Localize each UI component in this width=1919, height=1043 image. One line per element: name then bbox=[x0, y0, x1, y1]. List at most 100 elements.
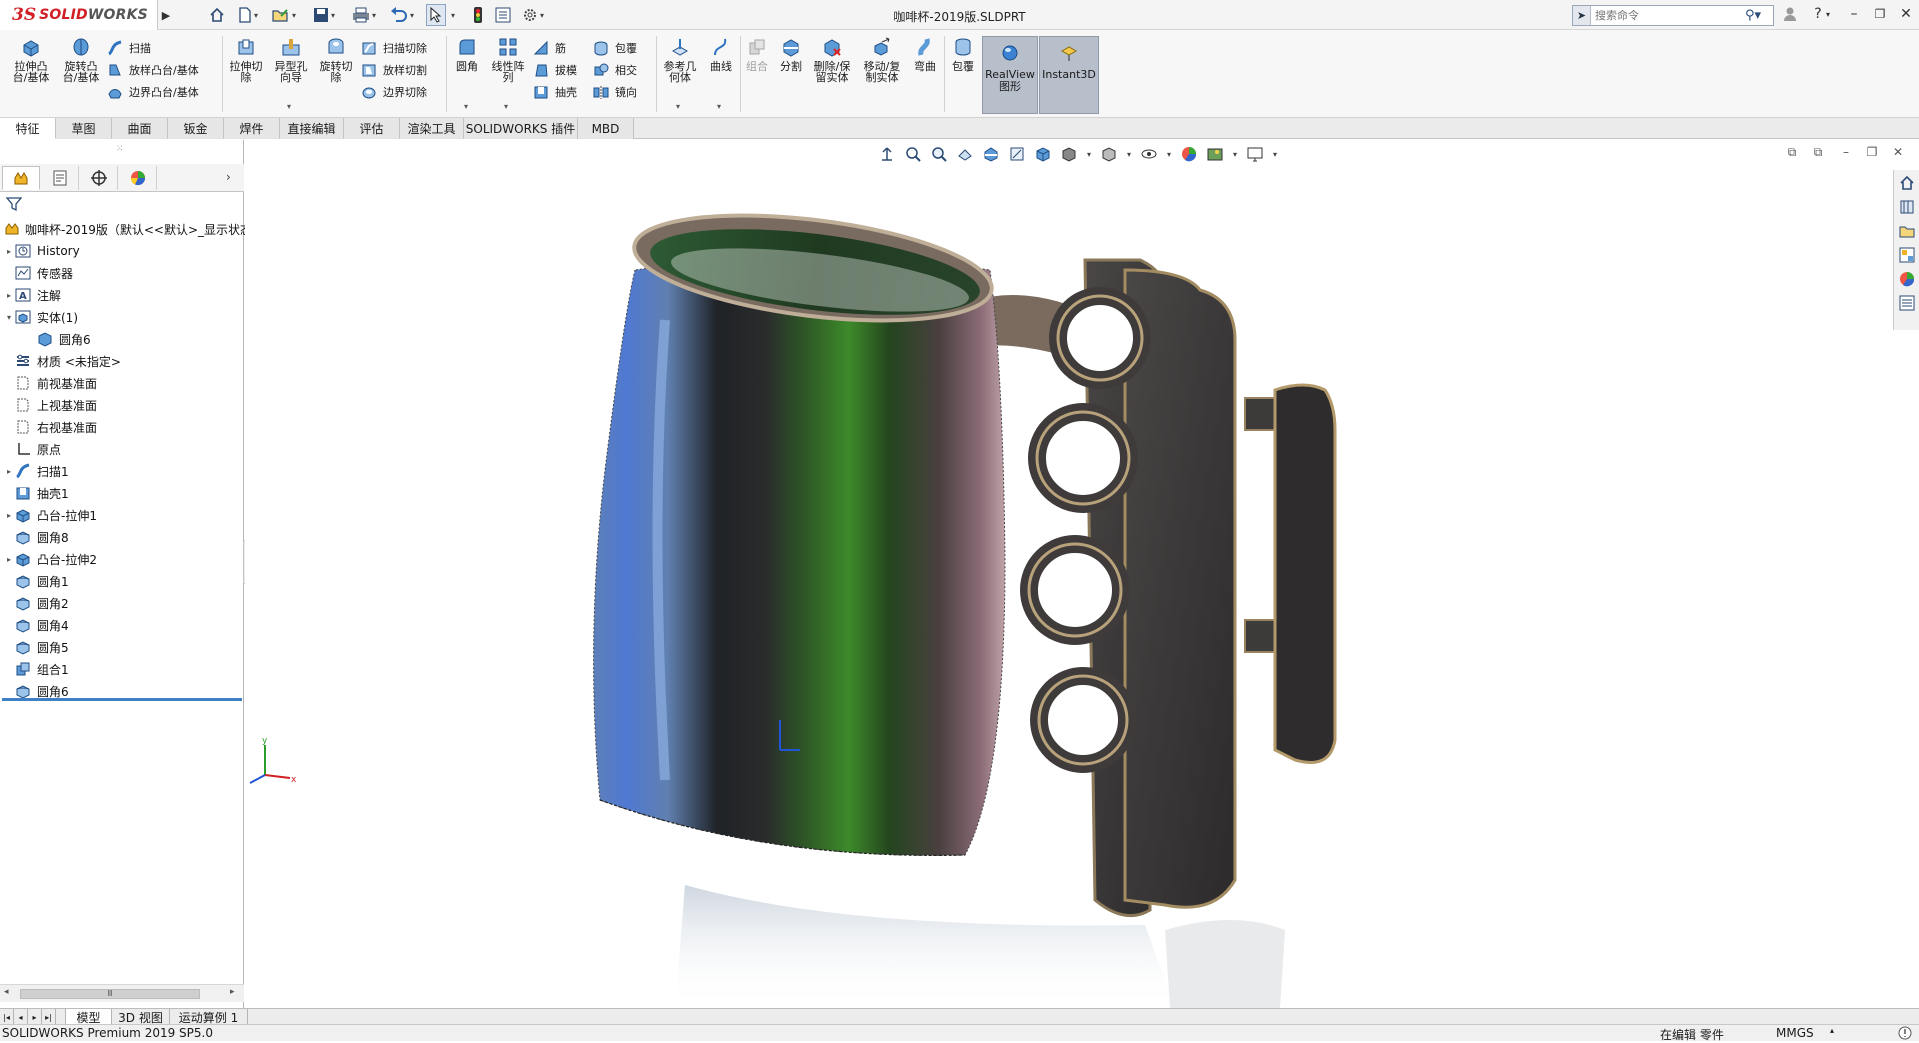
first-tab-arrow-icon[interactable]: |◂ bbox=[0, 1009, 14, 1025]
configuration-manager-tab-icon[interactable] bbox=[80, 166, 118, 190]
command-search-box[interactable]: ➤ ⚲▾ bbox=[1572, 5, 1774, 26]
draft-button[interactable]: 拔模 bbox=[532, 60, 577, 80]
home-icon[interactable] bbox=[205, 4, 229, 26]
instant3d-toggle[interactable]: Instant3D bbox=[1039, 36, 1099, 114]
tab-surfaces[interactable]: 曲面 bbox=[112, 118, 168, 139]
extrude-boss-button[interactable]: 拉伸凸 台/基体 bbox=[8, 36, 54, 83]
rib-button[interactable]: 筋 bbox=[532, 38, 566, 58]
mug-body[interactable] bbox=[593, 198, 1006, 856]
flex-button[interactable]: 弯曲 bbox=[910, 36, 940, 72]
tree-expand-arrow-icon[interactable]: ▾ bbox=[4, 313, 14, 322]
tree-node[interactable]: ▸ 扫描1 bbox=[0, 460, 244, 482]
tab-evaluate[interactable]: 评估 bbox=[344, 118, 400, 139]
tree-node[interactable]: 右视基准面 bbox=[0, 416, 244, 438]
tab-solidworks-addins[interactable]: SOLIDWORKS 插件 bbox=[464, 118, 578, 139]
tree-node[interactable]: 圆角1 bbox=[0, 570, 244, 592]
extrude-cut-button[interactable]: 拉伸切 除 bbox=[226, 36, 266, 83]
intersect-button[interactable]: 相交 bbox=[592, 60, 637, 80]
tree-expand-arrow-icon[interactable]: ▸ bbox=[4, 555, 14, 564]
options-gear-icon[interactable]: ▾ bbox=[518, 4, 548, 26]
curves-dropdown-icon[interactable]: ▾ bbox=[717, 102, 721, 111]
tree-expand-arrow-icon[interactable]: ▸ bbox=[4, 511, 14, 520]
rollback-bar[interactable] bbox=[2, 698, 242, 701]
tab-motion-study[interactable]: 运动算例 1 bbox=[170, 1009, 248, 1025]
tree-node[interactable]: 圆角8 bbox=[0, 526, 244, 548]
tree-expand-arrow-icon[interactable]: ▸ bbox=[4, 291, 14, 300]
tree-node[interactable]: 组合1 bbox=[0, 658, 244, 680]
appearances-icon[interactable] bbox=[1896, 268, 1918, 290]
next-tab-arrow-icon[interactable]: ▸ bbox=[28, 1009, 42, 1025]
panel-grip-icon[interactable]: ⁙ bbox=[116, 144, 124, 154]
tab-features[interactable]: 特征 bbox=[0, 118, 56, 139]
last-tab-arrow-icon[interactable]: ▸| bbox=[42, 1009, 56, 1025]
design-library-icon[interactable] bbox=[1896, 196, 1918, 218]
status-tooltip-icon[interactable] bbox=[1898, 1026, 1912, 1043]
mirror-button[interactable]: 镜向 bbox=[592, 82, 637, 102]
fillet-button[interactable]: 圆角 bbox=[450, 36, 484, 72]
unit-system-dropdown-icon[interactable]: ▴ bbox=[1830, 1026, 1834, 1035]
shell-button[interactable]: 抽壳 bbox=[532, 82, 577, 102]
revolve-boss-button[interactable]: 旋转凸 台/基体 bbox=[58, 36, 104, 83]
tree-node[interactable]: 圆角5 bbox=[0, 636, 244, 658]
tree-node[interactable]: ▾ 实体(1) bbox=[0, 306, 244, 328]
tree-node[interactable]: 传感器 bbox=[0, 262, 244, 284]
display-manager-tab-icon[interactable] bbox=[119, 166, 157, 190]
tab-direct-editing[interactable]: 直接编辑 bbox=[280, 118, 344, 139]
user-account-icon[interactable] bbox=[1778, 3, 1802, 25]
hole-wizard-dropdown-icon[interactable]: ▾ bbox=[287, 102, 291, 111]
revolve-cut-button[interactable]: 旋转切 除 bbox=[316, 36, 356, 83]
help-dropdown-icon[interactable]: ▾ bbox=[1822, 3, 1834, 25]
curves-button[interactable]: 曲线 bbox=[704, 36, 738, 72]
traffic-light-icon[interactable] bbox=[468, 4, 488, 26]
expand-menu-arrow-icon[interactable]: ▶ bbox=[160, 4, 172, 26]
solidworks-logo[interactable]: 3S SOLIDWORKS bbox=[0, 0, 158, 30]
hole-wizard-button[interactable]: 异型孔 向导 bbox=[270, 36, 312, 83]
tab-sheet-metal[interactable]: 钣金 bbox=[168, 118, 224, 139]
tree-node[interactable]: ▸ History bbox=[0, 240, 244, 262]
tab-3d-views[interactable]: 3D 视图 bbox=[112, 1009, 170, 1025]
tree-node[interactable]: 圆角6 bbox=[0, 328, 244, 350]
minimize-icon[interactable]: – bbox=[1842, 3, 1866, 25]
tree-node[interactable]: 原点 bbox=[0, 438, 244, 460]
tree-node[interactable]: 圆角2 bbox=[0, 592, 244, 614]
lofted-cut-button[interactable]: 放样切割 bbox=[360, 60, 427, 80]
scroll-thumb[interactable]: Ⅲ bbox=[20, 989, 200, 999]
file-properties-icon[interactable] bbox=[492, 4, 514, 26]
tree-node[interactable]: 圆角4 bbox=[0, 614, 244, 636]
split-button[interactable]: 分割 bbox=[776, 36, 806, 72]
swept-cut-button[interactable]: 扫描切除 bbox=[360, 38, 427, 58]
print-icon[interactable]: ▾ bbox=[348, 4, 380, 26]
scroll-right-icon[interactable]: ▸ bbox=[230, 987, 235, 997]
search-scope-icon[interactable]: ➤ bbox=[1573, 6, 1591, 25]
new-document-icon[interactable]: ▾ bbox=[233, 4, 263, 26]
tree-node[interactable]: 抽壳1 bbox=[0, 482, 244, 504]
open-icon[interactable]: ▾ bbox=[268, 4, 300, 26]
search-icon[interactable]: ⚲▾ bbox=[1741, 8, 1765, 23]
close-icon[interactable]: ✕ bbox=[1894, 3, 1918, 25]
coffee-mug-model[interactable]: y x bbox=[245, 140, 1919, 1008]
combine-button[interactable]: 组合 bbox=[742, 36, 772, 72]
boundary-cut-button[interactable]: 边界切除 bbox=[360, 82, 427, 102]
property-manager-tab-icon[interactable] bbox=[41, 166, 79, 190]
move-copy-body-button[interactable]: 移动/复 制实体 bbox=[858, 36, 906, 83]
loft-boss-button[interactable]: 放样凸台/基体 bbox=[106, 60, 199, 80]
wrap-button[interactable]: 包覆 bbox=[592, 38, 637, 58]
file-explorer-icon[interactable] bbox=[1896, 220, 1918, 242]
view-palette-icon[interactable] bbox=[1896, 244, 1918, 266]
restore-icon[interactable]: ❐ bbox=[1868, 3, 1892, 25]
fillet-dropdown-icon[interactable]: ▾ bbox=[464, 102, 468, 111]
sweep-button[interactable]: 扫描 bbox=[106, 38, 151, 58]
tree-expand-arrow-icon[interactable]: ▸ bbox=[4, 467, 14, 476]
tree-node[interactable]: ▸ 凸台-拉伸1 bbox=[0, 504, 244, 526]
undo-icon[interactable]: ▾ bbox=[386, 4, 418, 26]
tab-sketch[interactable]: 草图 bbox=[56, 118, 112, 139]
tab-render-tools[interactable]: 渲染工具 bbox=[400, 118, 464, 139]
solidworks-resources-icon[interactable] bbox=[1896, 172, 1918, 194]
tree-node[interactable]: 前视基准面 bbox=[0, 372, 244, 394]
tree-node[interactable]: ▸ A 注解 bbox=[0, 284, 244, 306]
linear-pattern-button[interactable]: 线性阵 列 bbox=[488, 36, 528, 83]
panel-horizontal-scrollbar[interactable]: ◂ Ⅲ ▸ bbox=[0, 984, 244, 1002]
tab-model[interactable]: 模型 bbox=[66, 1009, 112, 1025]
tab-mbd[interactable]: MBD bbox=[578, 118, 634, 139]
tree-node[interactable]: 材质 <未指定> bbox=[0, 350, 244, 372]
